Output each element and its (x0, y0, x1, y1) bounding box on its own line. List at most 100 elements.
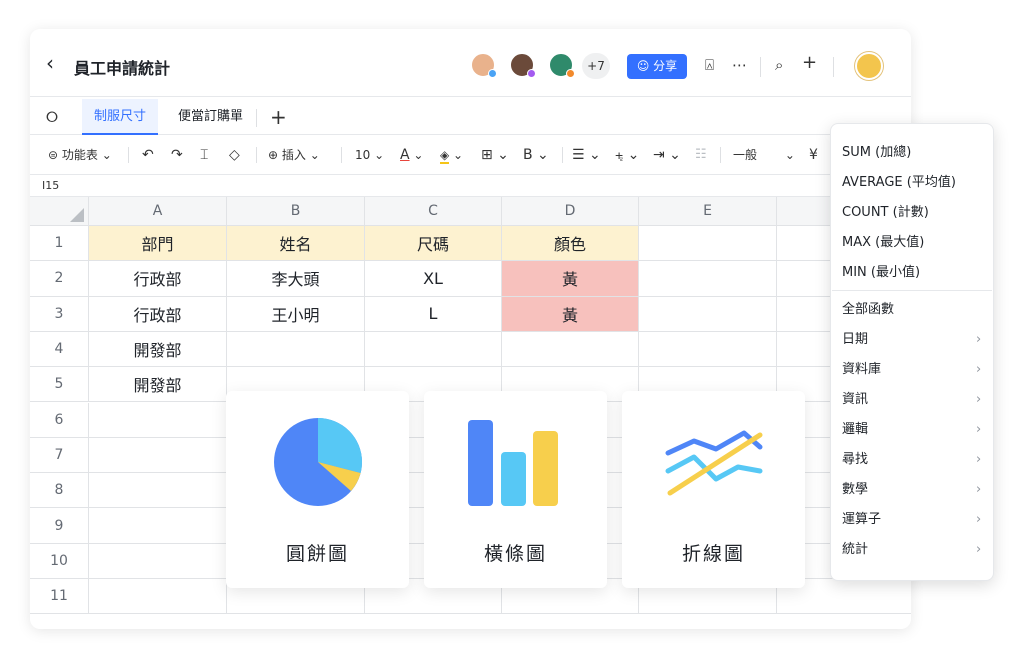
table-cell[interactable] (639, 296, 777, 332)
table-cell[interactable] (89, 402, 227, 438)
pie-chart-icon (274, 418, 362, 506)
format-painter-icon[interactable]: ⌶ (200, 147, 208, 163)
formula-bar[interactable]: I15 (30, 175, 911, 197)
more-collaborators-badge[interactable]: +7 (582, 53, 610, 79)
function-category-item[interactable]: 數學 (842, 482, 868, 498)
column-header[interactable]: A (89, 197, 227, 226)
chevron-right-icon: › (976, 452, 982, 467)
column-header[interactable]: D (502, 197, 639, 226)
row-header[interactable]: 6 (30, 402, 89, 438)
function-table-button[interactable]: ⊜ 功能表 ⌄ (48, 147, 112, 163)
table-cell[interactable] (639, 226, 777, 262)
tab-uniform-size[interactable]: 制服尺寸 (82, 99, 159, 135)
font-size-select[interactable]: 10 ⌄ (355, 147, 384, 163)
row-header[interactable]: 3 (30, 296, 89, 332)
present-icon[interactable]: ⍓ (705, 56, 714, 74)
column-header[interactable]: C (365, 197, 502, 226)
all-functions-item[interactable]: 全部函數 (842, 302, 894, 318)
table-cell[interactable]: 顏色 (502, 226, 639, 262)
table-cell[interactable] (89, 579, 227, 615)
table-cell[interactable] (639, 261, 777, 297)
font-color-button[interactable]: A ⌄ (400, 147, 423, 163)
row-header[interactable]: 8 (30, 473, 89, 509)
function-menu-item[interactable]: AVERAGE (平均值) (842, 175, 956, 191)
row-header[interactable]: 2 (30, 261, 89, 297)
clear-format-icon[interactable]: ◇ (229, 147, 240, 163)
table-cell[interactable]: 開發部 (89, 331, 227, 368)
format-toolbar: ⊜ 功能表 ⌄ ↶ ↷ ⌶ ◇ ⊕ 插入 ⌄ 10 ⌄ A ⌄ ◈ ⌄ ⊞ ⌄ … (30, 135, 911, 175)
table-cell[interactable]: 部門 (89, 226, 227, 262)
function-category-item[interactable]: 資料庫 (842, 362, 881, 378)
table-cell[interactable]: 王小明 (227, 296, 365, 332)
table-cell[interactable] (365, 331, 502, 368)
layers-icon[interactable]: ⭘ (46, 108, 58, 126)
line-chart-card[interactable]: 折線圖 (622, 391, 805, 588)
function-menu-item[interactable]: COUNT (計數) (842, 205, 929, 221)
tab-lunch-order[interactable]: 便當訂購單 (166, 99, 255, 135)
user-avatar[interactable] (855, 52, 883, 80)
add-sheet-icon[interactable]: + (270, 105, 287, 129)
table-cell[interactable]: 黃 (502, 261, 639, 297)
function-category-item[interactable]: 尋找 (842, 452, 868, 468)
row-header[interactable]: 9 (30, 508, 89, 544)
border-button[interactable]: ⊞ ⌄ (481, 147, 509, 163)
share-button[interactable]: ☺ 分享 (627, 54, 687, 79)
table-cell[interactable]: XL (365, 261, 502, 297)
row-header[interactable]: 5 (30, 367, 89, 403)
table-cell[interactable]: L (365, 296, 502, 332)
table-cell[interactable] (639, 331, 777, 368)
table-cell[interactable] (89, 543, 227, 579)
more-icon[interactable]: ⋯ (732, 56, 747, 74)
table-cell[interactable] (89, 437, 227, 474)
row-header[interactable]: 4 (30, 331, 89, 368)
redo-icon[interactable]: ↷ (171, 147, 183, 163)
table-cell[interactable]: 黃 (502, 296, 639, 332)
select-all-corner[interactable] (30, 197, 89, 226)
row-header[interactable]: 1 (30, 226, 89, 262)
table-cell[interactable] (227, 331, 365, 368)
function-category-item[interactable]: 統計 (842, 542, 868, 558)
column-header[interactable]: E (639, 197, 777, 226)
collaborator-avatar[interactable] (470, 52, 497, 78)
merge-cells-icon[interactable]: ☷ (695, 147, 707, 163)
fill-color-button[interactable]: ◈ ⌄ (440, 147, 463, 164)
insert-button[interactable]: ⊕ 插入 ⌄ (268, 147, 320, 163)
table-cell[interactable]: 開發部 (89, 367, 227, 403)
row-header[interactable]: 7 (30, 437, 89, 474)
table-cell[interactable]: 李大頭 (227, 261, 365, 297)
table-cell[interactable] (89, 508, 227, 544)
cell-reference: I15 (42, 179, 60, 192)
table-cell[interactable]: 姓名 (227, 226, 365, 262)
search-icon[interactable]: ⌕ (775, 56, 783, 74)
undo-icon[interactable]: ↶ (142, 147, 154, 163)
table-cell[interactable]: 行政部 (89, 261, 227, 297)
currency-button[interactable]: ¥ (809, 147, 818, 163)
function-category-item[interactable]: 運算子 (842, 512, 881, 528)
function-category-item[interactable]: 邏輯 (842, 422, 868, 438)
back-icon[interactable]: ‹ (46, 53, 54, 73)
function-menu-item[interactable]: MAX (最大值) (842, 235, 924, 251)
function-menu-item[interactable]: MIN (最小值) (842, 265, 920, 281)
chevron-right-icon: › (976, 362, 982, 377)
function-dropdown-menu: SUM (加總) AVERAGE (平均值) COUNT (計數) MAX (最大值)… (830, 123, 994, 581)
collaborator-avatar[interactable] (509, 52, 536, 78)
bold-button[interactable]: B ⌄ (523, 147, 549, 163)
table-cell[interactable]: 尺碼 (365, 226, 502, 262)
table-cell[interactable]: 行政部 (89, 296, 227, 332)
row-header[interactable]: 10 (30, 543, 89, 579)
function-category-item[interactable]: 日期 (842, 332, 868, 348)
align-horizontal-button[interactable]: ☰ ⌄ (572, 147, 601, 163)
plus-icon[interactable]: + (802, 54, 817, 72)
column-header[interactable]: B (227, 197, 365, 226)
align-vertical-button[interactable]: ⨧ ⌄ (615, 147, 639, 163)
pie-chart-card[interactable]: 圓餅圖 (226, 391, 409, 588)
function-category-item[interactable]: 資訊 (842, 392, 868, 408)
function-menu-item[interactable]: SUM (加總) (842, 145, 911, 161)
collaborator-avatar[interactable] (548, 52, 575, 78)
table-cell[interactable] (502, 331, 639, 368)
bar-chart-card[interactable]: 橫條圖 (424, 391, 607, 588)
number-format-select[interactable]: 一般 ⌄ (733, 147, 795, 163)
row-header[interactable]: 11 (30, 579, 89, 615)
text-wrap-button[interactable]: ⇥ ⌄ (653, 147, 681, 163)
table-cell[interactable] (89, 473, 227, 509)
